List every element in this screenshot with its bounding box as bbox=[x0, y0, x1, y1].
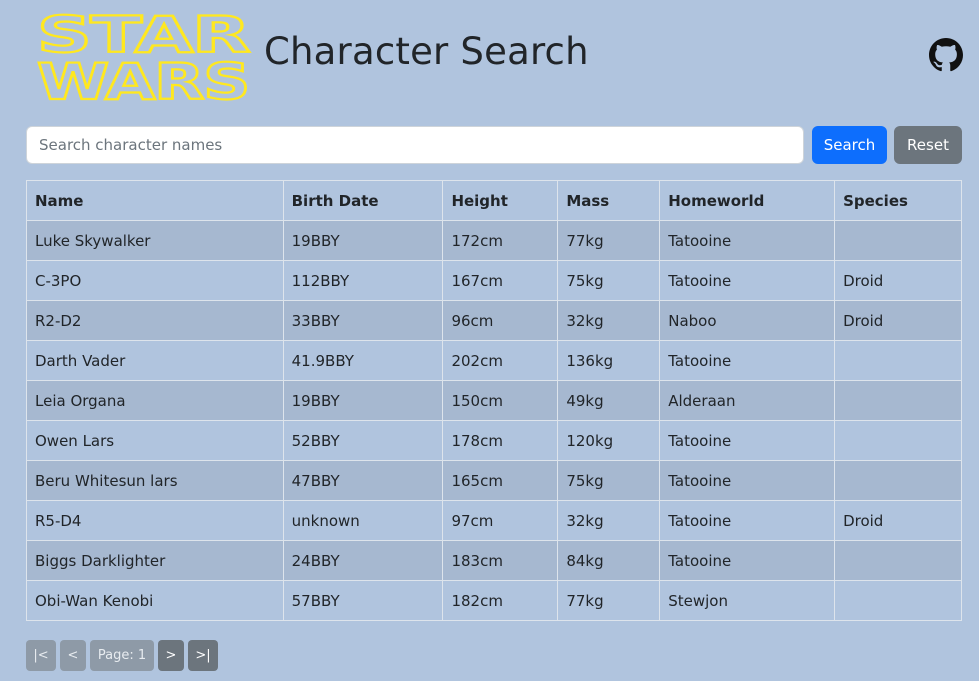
table-row: R5-D4 unknown 97cm 32kg Tatooine Droid bbox=[26, 500, 962, 541]
cell-name: Darth Vader bbox=[26, 340, 284, 381]
cell-name: C-3PO bbox=[26, 260, 284, 301]
table-row: Luke Skywalker 19BBY 172cm 77kg Tatooine bbox=[26, 220, 962, 261]
cell-birth-date: 47BBY bbox=[282, 460, 444, 501]
cell-mass: 136kg bbox=[557, 340, 661, 381]
page-header: STAR WARS Character Search bbox=[33, 8, 963, 104]
cell-birth-date: unknown bbox=[282, 500, 444, 541]
cell-species bbox=[834, 540, 962, 581]
cell-species bbox=[834, 220, 962, 261]
column-header-name: Name bbox=[26, 180, 284, 221]
cell-name: Luke Skywalker bbox=[26, 220, 284, 261]
cell-mass: 77kg bbox=[557, 580, 661, 621]
cell-birth-date: 33BBY bbox=[282, 300, 444, 341]
table-row: Beru Whitesun lars 47BBY 165cm 75kg Tatooine bbox=[26, 460, 962, 501]
cell-species bbox=[834, 420, 962, 461]
search-bar: Search Reset bbox=[26, 126, 962, 164]
cell-homeworld: Alderaan bbox=[659, 380, 836, 421]
cell-mass: 32kg bbox=[557, 500, 661, 541]
table-row: Leia Organa 19BBY 150cm 49kg Alderaan bbox=[26, 380, 962, 421]
cell-homeworld: Tatooine bbox=[659, 540, 836, 581]
last-page-button[interactable]: >| bbox=[188, 640, 218, 671]
cell-height: 202cm bbox=[442, 340, 559, 381]
cell-species: Droid bbox=[834, 500, 962, 541]
cell-mass: 84kg bbox=[557, 540, 661, 581]
reset-button[interactable]: Reset bbox=[894, 126, 962, 164]
cell-mass: 49kg bbox=[557, 380, 661, 421]
search-input[interactable] bbox=[26, 126, 804, 164]
cell-mass: 75kg bbox=[557, 460, 661, 501]
cell-height: 167cm bbox=[442, 260, 559, 301]
cell-birth-date: 52BBY bbox=[282, 420, 444, 461]
cell-height: 96cm bbox=[442, 300, 559, 341]
cell-name: Owen Lars bbox=[26, 420, 284, 461]
cell-species bbox=[834, 380, 962, 421]
cell-birth-date: 24BBY bbox=[282, 540, 444, 581]
cell-homeworld: Tatooine bbox=[659, 220, 836, 261]
cell-species: Droid bbox=[834, 260, 962, 301]
cell-homeworld: Stewjon bbox=[659, 580, 836, 621]
cell-birth-date: 41.9BBY bbox=[282, 340, 444, 381]
cell-homeworld: Tatooine bbox=[659, 500, 836, 541]
results-table: Name Birth Date Height Mass Homeworld Sp… bbox=[26, 180, 962, 621]
cell-birth-date: 19BBY bbox=[282, 380, 444, 421]
github-icon bbox=[929, 38, 963, 72]
column-header-birth-date: Birth Date bbox=[282, 180, 444, 221]
cell-name: R2-D2 bbox=[26, 300, 284, 341]
cell-birth-date: 112BBY bbox=[282, 260, 444, 301]
star-wars-logo: STAR WARS bbox=[36, 8, 252, 104]
table-row: C-3PO 112BBY 167cm 75kg Tatooine Droid bbox=[26, 260, 962, 301]
table-row: Darth Vader 41.9BBY 202cm 136kg Tatooine bbox=[26, 340, 962, 381]
logo-text-bottom: WARS bbox=[37, 53, 249, 104]
cell-mass: 75kg bbox=[557, 260, 661, 301]
next-page-button[interactable]: > bbox=[158, 640, 184, 671]
cell-homeworld: Tatooine bbox=[659, 260, 836, 301]
table-row: Biggs Darklighter 24BBY 183cm 84kg Tatooine bbox=[26, 540, 962, 581]
cell-name: Leia Organa bbox=[26, 380, 284, 421]
column-header-species: Species bbox=[834, 180, 962, 221]
cell-species bbox=[834, 580, 962, 621]
cell-birth-date: 57BBY bbox=[282, 580, 444, 621]
cell-height: 172cm bbox=[442, 220, 559, 261]
cell-height: 178cm bbox=[442, 420, 559, 461]
cell-species bbox=[834, 340, 962, 381]
cell-name: Beru Whitesun lars bbox=[26, 460, 284, 501]
previous-page-button[interactable]: < bbox=[60, 640, 86, 671]
page-title: Character Search bbox=[264, 30, 589, 73]
first-page-button[interactable]: |< bbox=[26, 640, 56, 671]
table-row: R2-D2 33BBY 96cm 32kg Naboo Droid bbox=[26, 300, 962, 341]
cell-homeworld: Tatooine bbox=[659, 420, 836, 461]
cell-homeworld: Naboo bbox=[659, 300, 836, 341]
cell-birth-date: 19BBY bbox=[282, 220, 444, 261]
column-header-homeworld: Homeworld bbox=[659, 180, 836, 221]
cell-species: Droid bbox=[834, 300, 962, 341]
cell-mass: 32kg bbox=[557, 300, 661, 341]
cell-height: 183cm bbox=[442, 540, 559, 581]
cell-name: Biggs Darklighter bbox=[26, 540, 284, 581]
table-row: Obi-Wan Kenobi 57BBY 182cm 77kg Stewjon bbox=[26, 580, 962, 621]
cell-mass: 77kg bbox=[557, 220, 661, 261]
cell-species bbox=[834, 460, 962, 501]
table-body: Luke Skywalker 19BBY 172cm 77kg Tatooine C-3P… bbox=[26, 220, 962, 621]
cell-height: 182cm bbox=[442, 580, 559, 621]
cell-name: Obi-Wan Kenobi bbox=[26, 580, 284, 621]
table-header-row: Name Birth Date Height Mass Homeworld Sp… bbox=[26, 180, 962, 221]
cell-height: 97cm bbox=[442, 500, 559, 541]
cell-mass: 120kg bbox=[557, 420, 661, 461]
cell-name: R5-D4 bbox=[26, 500, 284, 541]
cell-height: 165cm bbox=[442, 460, 559, 501]
cell-height: 150cm bbox=[442, 380, 559, 421]
column-header-height: Height bbox=[442, 180, 559, 221]
column-header-mass: Mass bbox=[557, 180, 661, 221]
page-indicator: Page: 1 bbox=[90, 640, 154, 671]
cell-homeworld: Tatooine bbox=[659, 460, 836, 501]
table-row: Owen Lars 52BBY 178cm 120kg Tatooine bbox=[26, 420, 962, 461]
search-button[interactable]: Search bbox=[812, 126, 887, 164]
cell-homeworld: Tatooine bbox=[659, 340, 836, 381]
github-link[interactable] bbox=[929, 38, 963, 72]
